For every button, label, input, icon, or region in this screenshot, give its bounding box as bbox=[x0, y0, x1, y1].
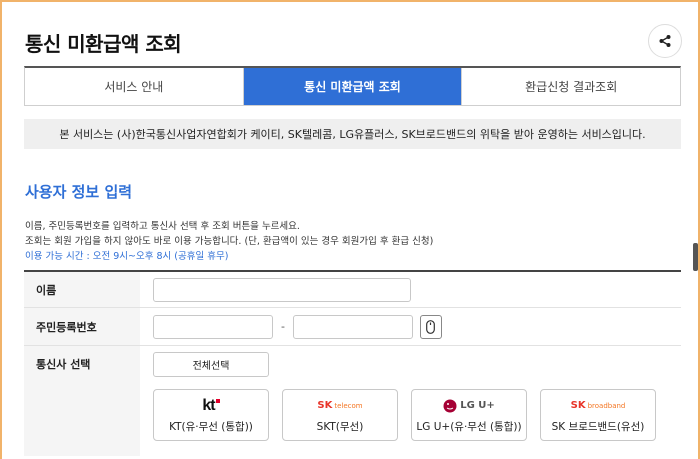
carrier-skb-button[interactable]: SK broadband SK 브로드밴드(유선) bbox=[540, 389, 656, 441]
sk-broadband-logo-icon: SK broadband bbox=[570, 400, 626, 411]
name-input[interactable] bbox=[153, 277, 411, 302]
tab-service-info[interactable]: 서비스 안내 bbox=[25, 68, 244, 105]
carrier-kt-label: KT(유·무선 (통합)) bbox=[169, 420, 253, 433]
instruction-text: 이름, 주민등록번호를 입력하고 통신사 선택 후 조회 버튼을 누르세요. bbox=[25, 221, 300, 232]
carrier-kt-button[interactable]: kt KT(유·무선 (통합)) bbox=[153, 389, 269, 441]
carrier-label: 통신사 선택 bbox=[24, 346, 140, 456]
section-title: 사용자 정보 입력 bbox=[25, 183, 133, 201]
rrn-first-input[interactable] bbox=[153, 314, 273, 339]
tab-bar: 서비스 안내 통신 미환급액 조회 환급신청 결과조회 bbox=[24, 66, 681, 106]
page-title: 통신 미환급액 조회 bbox=[25, 32, 182, 56]
carrier-skb-label: SK 브로드밴드(유선) bbox=[551, 420, 645, 433]
rrn-row: 주민등록번호 - bbox=[24, 308, 681, 346]
name-row: 이름 bbox=[24, 272, 681, 308]
carrier-lguplus-button[interactable]: LG U+ LG U+(유·무선 (통합)) bbox=[411, 389, 527, 441]
share-icon bbox=[659, 35, 671, 47]
tab-refund-inquiry[interactable]: 통신 미환급액 조회 bbox=[243, 68, 463, 105]
carrier-lguplus-label: LG U+(유·무선 (통합)) bbox=[416, 420, 522, 433]
select-all-button[interactable]: 전체선택 bbox=[153, 352, 269, 377]
carrier-skt-label: SKT(무선) bbox=[316, 420, 364, 433]
service-hours: 이용 가능 시간 : 오전 9시~오후 8시 (공휴일 휴무) bbox=[25, 251, 229, 262]
share-button[interactable] bbox=[648, 24, 682, 58]
lg-uplus-logo-icon: LG U+ bbox=[443, 397, 495, 415]
carrier-skt-button[interactable]: SK telecom SKT(무선) bbox=[282, 389, 398, 441]
kt-logo-icon: kt bbox=[202, 397, 220, 415]
rrn-label: 주민등록번호 bbox=[24, 308, 140, 345]
page-scrollbar[interactable] bbox=[693, 243, 698, 271]
carrier-row: 통신사 선택 전체선택 kt KT(유·무선 (통합)) SK telecom … bbox=[24, 346, 681, 456]
sk-telecom-logo-icon: SK telecom bbox=[317, 400, 363, 411]
rrn-dash: - bbox=[281, 320, 285, 333]
carrier-list: kt KT(유·무선 (통합)) SK telecom SKT(무선) LG U… bbox=[153, 389, 656, 441]
rrn-second-input[interactable] bbox=[292, 314, 413, 339]
user-info-form: 이름 주민등록번호 - 통신사 선택 전체선택 kt KT(유·무선 (통합))… bbox=[24, 270, 681, 456]
lg-circle-icon bbox=[443, 399, 457, 412]
tab-refund-result[interactable]: 환급신청 결과조회 bbox=[462, 68, 680, 105]
secure-keypad-button[interactable] bbox=[419, 314, 442, 339]
mouse-icon bbox=[426, 319, 436, 334]
name-label: 이름 bbox=[24, 272, 140, 307]
service-notice: 본 서비스는 (사)한국통신사업자연합회가 케이티, SK텔레콤, LG유플러스… bbox=[24, 119, 681, 149]
membership-note: 조회는 회원 가입을 하지 않아도 바로 이용 가능합니다. (단, 환급액이 … bbox=[25, 236, 434, 247]
